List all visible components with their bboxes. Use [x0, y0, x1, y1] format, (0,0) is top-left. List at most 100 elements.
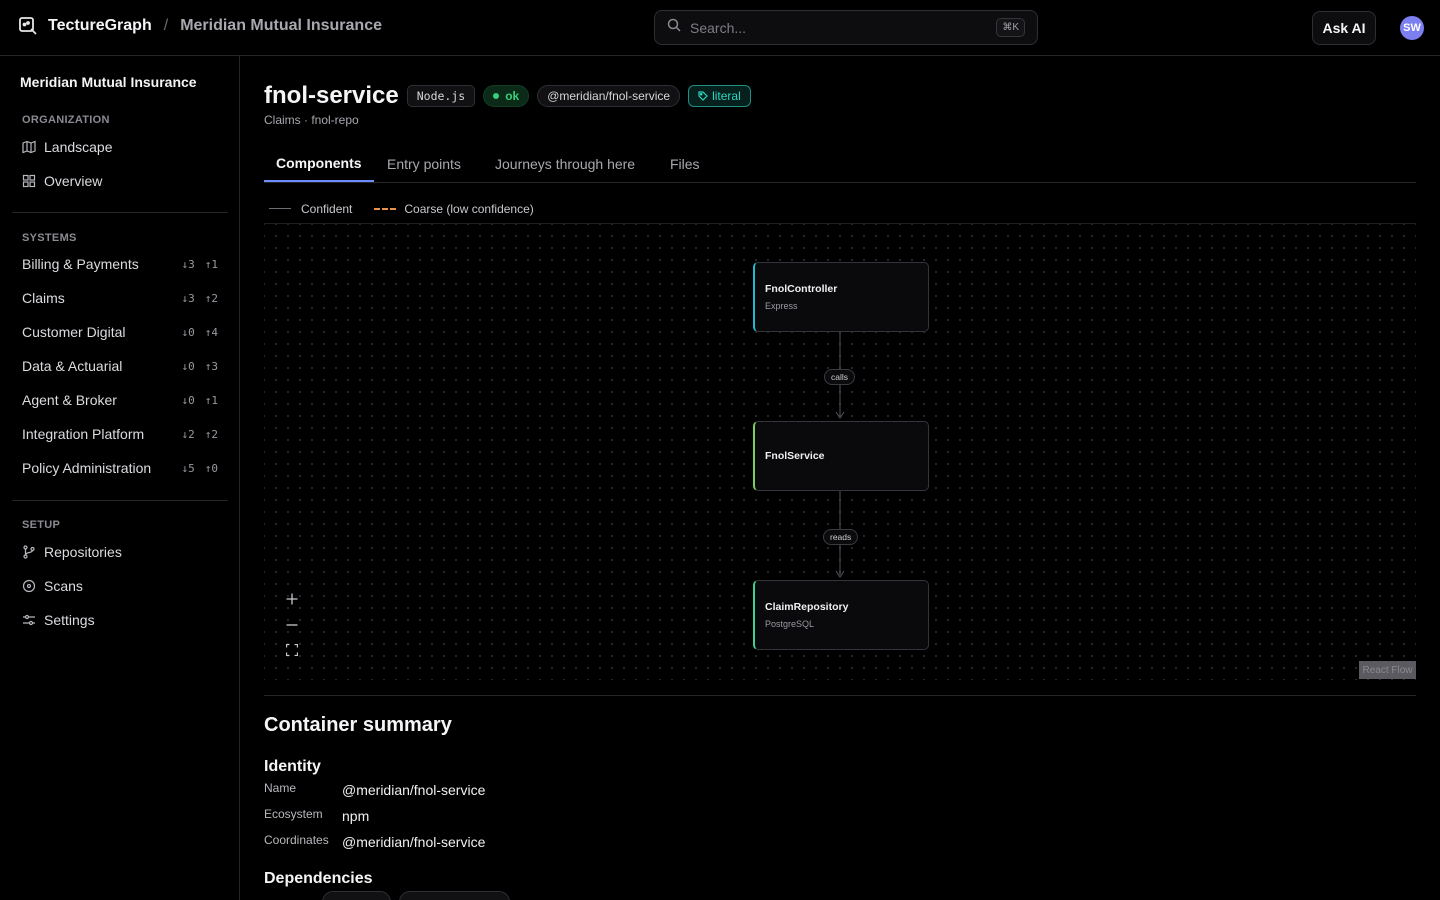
sidebar-item-label: Repositories	[44, 544, 122, 560]
sidebar-item-integration-platform[interactable]: Integration Platform ↓2 ↑2	[12, 419, 228, 449]
search-input[interactable]: Search... ⌘K	[654, 10, 1038, 45]
section-divider	[264, 695, 1416, 696]
map-icon	[22, 140, 36, 154]
sidebar-item-data-actuarial[interactable]: Data & Actuarial ↓0 ↑3	[12, 351, 228, 381]
legend-coarse: Coarse (low confidence)	[404, 201, 534, 216]
tab-journeys[interactable]: Journeys through here	[483, 145, 647, 182]
inbound-count: ↓3	[181, 257, 195, 271]
brand[interactable]: TectureGraph / Meridian Mutual Insurance	[18, 16, 382, 36]
package-badge: @meridian/fnol-service	[537, 85, 681, 107]
breadcrumb-org[interactable]: Meridian Mutual Insurance	[180, 17, 382, 35]
identity-value: npm	[342, 808, 370, 824]
identity-value: @meridian/fnol-service	[342, 782, 486, 798]
sidebar-item-overview[interactable]: Overview	[12, 166, 228, 196]
node-tech: Express	[765, 301, 798, 311]
literal-badge: literal	[688, 85, 751, 107]
tab-components[interactable]: Components	[264, 145, 374, 182]
node-fnol-service[interactable]: FnolService	[753, 421, 929, 491]
confident-line-icon	[269, 208, 291, 209]
graph-legend: Confident Coarse (low confidence)	[264, 194, 1416, 224]
minus-icon	[286, 624, 298, 626]
status-badge: ok	[483, 85, 530, 107]
fullscreen-icon	[286, 644, 298, 656]
sidebar-item-label: Landscape	[44, 139, 113, 155]
node-name: FnolController	[765, 283, 838, 295]
breadcrumb: Claims · fnol-repo	[264, 113, 359, 127]
node-fnol-controller[interactable]: FnolController Express	[753, 262, 929, 332]
search-shortcut: ⌘K	[996, 18, 1025, 37]
sidebar-item-claims[interactable]: Claims ↓3 ↑2	[12, 283, 228, 313]
outbound-count: ↑2	[204, 427, 218, 441]
runtime-badge: Node.js	[406, 85, 476, 107]
container-header: fnol-service Node.js ok @meridian/fnol-s…	[264, 82, 751, 110]
inbound-count: ↓0	[181, 393, 195, 407]
inbound-count: ↓0	[181, 325, 195, 339]
sidebar-item-label: Settings	[44, 612, 95, 628]
edge-label-calls: calls	[824, 369, 856, 385]
react-flow-attribution[interactable]: React Flow	[1359, 661, 1416, 679]
identity-heading: Identity	[264, 758, 321, 775]
system-label: Integration Platform	[22, 426, 145, 442]
search-placeholder: Search...	[690, 19, 747, 36]
outbound-count: ↑0	[204, 461, 218, 475]
top-bar: TectureGraph / Meridian Mutual Insurance…	[0, 0, 1440, 56]
outbound-count: ↑1	[204, 393, 218, 407]
fit-view-button[interactable]	[280, 638, 304, 662]
system-label: Policy Administration	[22, 460, 152, 476]
scan-icon	[22, 579, 36, 593]
identity-key: Ecosystem	[264, 807, 323, 821]
identity-value: @meridian/fnol-service	[342, 834, 486, 850]
identity-key: Name	[264, 781, 297, 795]
branch-icon	[22, 545, 36, 559]
dependency-chip[interactable]	[322, 891, 391, 900]
legend-confident: Confident	[301, 201, 353, 216]
inbound-count: ↓3	[181, 291, 195, 305]
ask-ai-button[interactable]: Ask AI	[1312, 11, 1376, 45]
avatar[interactable]: SW	[1400, 16, 1424, 40]
tag-icon	[698, 91, 708, 101]
status-text: ok	[505, 89, 520, 103]
outbound-count: ↑3	[204, 359, 218, 373]
app-name[interactable]: TectureGraph	[48, 17, 152, 35]
sidebar-divider	[12, 500, 228, 501]
sidebar-item-settings[interactable]: Settings	[12, 605, 228, 635]
edge-label-reads: reads	[823, 529, 859, 545]
component-graph[interactable]: FnolController Express calls FnolService…	[264, 224, 1416, 680]
sidebar-item-landscape[interactable]: Landscape	[12, 132, 228, 162]
sidebar-item-billing-payments[interactable]: Billing & Payments ↓3 ↑1	[12, 249, 228, 279]
section-label-organization: ORGANIZATION	[22, 114, 110, 126]
identity-key: Coordinates	[264, 833, 329, 847]
system-label: Claims	[22, 290, 65, 306]
sidebar-item-label: Scans	[44, 578, 83, 594]
system-label: Data & Actuarial	[22, 358, 123, 374]
node-name: FnolService	[765, 450, 825, 462]
inbound-count: ↓5	[181, 461, 195, 475]
dependency-chip[interactable]	[399, 891, 510, 900]
system-label: Customer Digital	[22, 324, 126, 340]
zoom-in-button[interactable]	[280, 587, 304, 611]
sidebar-item-agent-broker[interactable]: Agent & Broker ↓0 ↑1	[12, 385, 228, 415]
tab-entry-points[interactable]: Entry points	[375, 145, 473, 182]
inbound-count: ↓0	[181, 359, 195, 373]
section-label-systems: SYSTEMS	[22, 232, 77, 244]
sidebar-divider	[12, 212, 228, 213]
node-claim-repository[interactable]: ClaimRepository PostgreSQL	[753, 580, 929, 650]
sidebar-org-title: Meridian Mutual Insurance	[20, 74, 197, 90]
sidebar-item-customer-digital[interactable]: Customer Digital ↓0 ↑4	[12, 317, 228, 347]
sidebar-item-policy-administration[interactable]: Policy Administration ↓5 ↑0	[12, 453, 228, 483]
inbound-count: ↓2	[181, 427, 195, 441]
status-dot-icon	[493, 93, 500, 99]
page-title: fnol-service	[264, 82, 399, 109]
search-icon	[667, 18, 681, 37]
tab-files[interactable]: Files	[658, 145, 712, 182]
sidebar-item-repositories[interactable]: Repositories	[12, 537, 228, 567]
section-label-setup: SETUP	[22, 519, 61, 531]
sidebar-item-scans[interactable]: Scans	[12, 571, 228, 601]
outbound-count: ↑1	[204, 257, 218, 271]
system-label: Billing & Payments	[22, 256, 139, 272]
zoom-out-button[interactable]	[280, 613, 304, 637]
breadcrumb-separator: /	[163, 17, 169, 34]
outbound-count: ↑2	[204, 291, 218, 305]
node-tech: PostgreSQL	[765, 619, 815, 629]
node-name: ClaimRepository	[765, 601, 849, 613]
